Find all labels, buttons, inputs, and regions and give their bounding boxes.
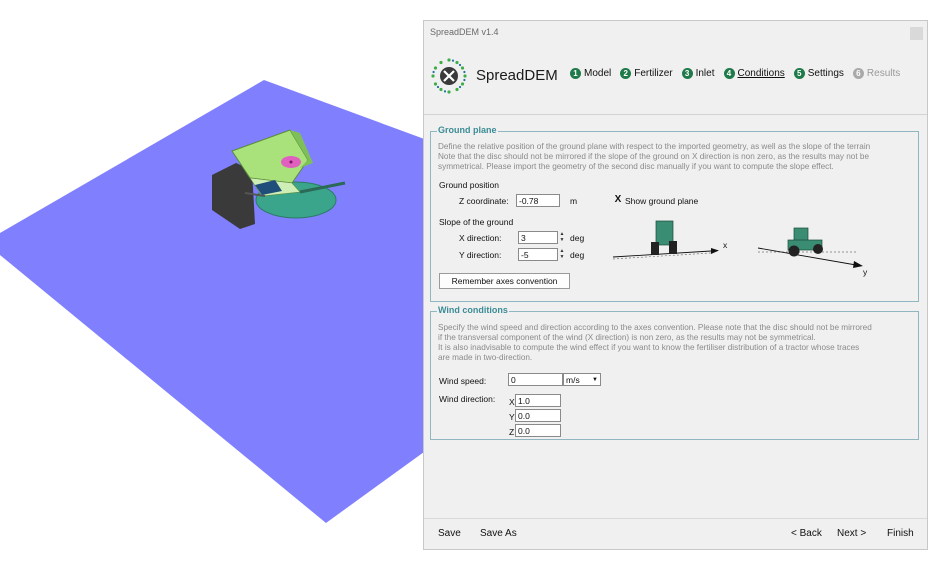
brand-title: SpreadDEM: [476, 67, 558, 84]
wind-conditions-group: Wind conditions Specify the wind speed a…: [430, 305, 919, 440]
wizard-panel: SpreadDEM v1.4 SpreadDEM 1 Model 2 Ferti…: [423, 20, 928, 550]
step-model[interactable]: 1 Model: [570, 68, 611, 79]
wind-speed-label: Wind speed:: [439, 376, 487, 386]
x-direction-label: X direction:: [459, 233, 502, 243]
wind-description-line: It is also inadvisable to compute the wi…: [438, 343, 860, 352]
y-direction-input[interactable]: -5: [518, 248, 558, 261]
wind-y-label: Y: [509, 412, 515, 422]
step-label: Conditions: [737, 68, 785, 79]
z-unit-label: m: [570, 196, 578, 206]
x-direction-input[interactable]: 3: [518, 231, 558, 244]
y-axis-label: y: [863, 267, 868, 277]
step-inlet[interactable]: 3 Inlet: [681, 68, 715, 79]
ground-plane: [0, 80, 427, 523]
ground-plane-legend: Ground plane: [437, 125, 498, 135]
next-button[interactable]: Next >: [837, 528, 866, 539]
wind-direction-label: Wind direction:: [439, 394, 496, 404]
step-number: 3: [681, 68, 693, 79]
save-as-button[interactable]: Save As: [480, 528, 517, 539]
step-conditions[interactable]: 4 Conditions: [723, 68, 785, 79]
step-number: 1: [570, 68, 581, 79]
footer-divider: [424, 518, 927, 519]
slope-heading: Slope of the ground: [439, 217, 514, 227]
wind-z-input[interactable]: 0.0: [515, 424, 561, 437]
show-ground-plane-checkbox[interactable]: X: [613, 195, 623, 205]
finish-button[interactable]: Finish: [887, 528, 914, 539]
wind-y-input[interactable]: 0.0: [515, 409, 561, 422]
window-control-button[interactable]: [910, 27, 923, 40]
window-title: SpreadDEM v1.4: [430, 27, 499, 37]
step-fertilizer[interactable]: 2 Fertilizer: [620, 68, 673, 79]
chevron-down-icon: ▼: [592, 377, 598, 383]
ground-description-line: Define the relative position of the grou…: [438, 142, 871, 151]
step-results[interactable]: 6 Results: [852, 68, 901, 79]
ground-plane-group: Ground plane Define the relative positio…: [430, 125, 919, 302]
wind-unit-select[interactable]: m/s ▼: [563, 373, 601, 386]
x-slope-illustration: [612, 220, 719, 260]
back-button[interactable]: < Back: [791, 528, 822, 539]
y-direction-label: Y direction:: [459, 250, 502, 260]
z-coordinate-label: Z coordinate:: [459, 196, 509, 206]
show-ground-plane-label: Show ground plane: [625, 196, 699, 206]
wind-z-label: Z: [509, 427, 515, 437]
y-slope-illustration: [757, 227, 863, 268]
x-direction-spinner[interactable]: ▲ ▼: [558, 231, 566, 244]
spreaddem-logo-icon: [431, 58, 467, 94]
step-number: 2: [620, 68, 632, 79]
wind-description-line: Specify the wind speed and direction acc…: [438, 323, 872, 332]
wizard-steps: 1 Model 2 Fertilizer 3 Inlet 4 Condition…: [570, 68, 900, 79]
wind-speed-input[interactable]: 0: [508, 373, 563, 386]
save-button[interactable]: Save: [438, 528, 461, 539]
deg-unit-label: deg: [570, 233, 585, 243]
step-label: Settings: [807, 68, 844, 79]
deg-unit-label: deg: [570, 250, 585, 260]
wind-x-label: X: [509, 397, 515, 407]
ground-description-line: Note that the disc should not be mirrore…: [438, 152, 869, 161]
step-number: 5: [793, 68, 805, 79]
step-label: Fertilizer: [634, 68, 673, 79]
wind-unit-value: m/s: [566, 375, 580, 385]
x-axis-label: x: [723, 240, 728, 250]
step-number: 4: [723, 68, 735, 79]
z-coordinate-input[interactable]: -0.78: [516, 194, 560, 207]
step-label: Results: [866, 68, 901, 79]
header-divider: [424, 114, 927, 115]
y-direction-spinner[interactable]: ▲ ▼: [558, 248, 566, 261]
step-label: Model: [584, 68, 612, 79]
step-label: Inlet: [695, 68, 715, 79]
ground-description-line: symmetrical. Please import the geometry …: [438, 162, 834, 171]
wind-description-line: are made in two-direction.: [438, 353, 533, 362]
step-number: 6: [852, 68, 864, 79]
wind-description-line: if the transversal component of the wind…: [438, 333, 816, 342]
ground-position-heading: Ground position: [439, 180, 500, 190]
step-settings[interactable]: 5 Settings: [793, 68, 844, 79]
remember-axes-button[interactable]: Remember axes convention: [439, 273, 570, 289]
wind-x-input[interactable]: 1.0: [515, 394, 561, 407]
wind-conditions-legend: Wind conditions: [437, 305, 509, 315]
